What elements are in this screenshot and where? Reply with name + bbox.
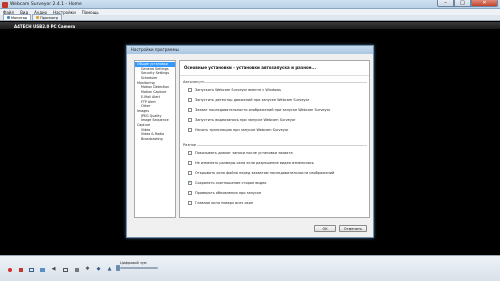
lock-button[interactable] (73, 266, 80, 273)
checkbox-label: Запустить видеозапись при запуске Webcam… (195, 118, 296, 122)
cancel-button[interactable]: Отменить (339, 225, 367, 232)
checkbox-autostart-windows[interactable]: Запускать Webcam Surveyor вместе с Windo… (188, 88, 281, 92)
folder-icon (36, 16, 40, 19)
camera-name: A4TECH USB2.0 PC Camera (14, 23, 76, 29)
tree-item[interactable]: Broadcasting (135, 137, 175, 142)
broadcast-button[interactable]: ▲ (106, 266, 113, 273)
app-icon (2, 1, 8, 8)
checkbox-box[interactable] (188, 191, 192, 195)
tab-monitor-label: Монитор (11, 15, 28, 20)
checkbox-label: Захват последовательности изображений пр… (195, 108, 331, 112)
checkbox-always-on-top[interactable]: Главное окно поверх всех окон (188, 201, 253, 205)
record-icon (7, 267, 12, 272)
stop-icon (18, 267, 23, 272)
tab-browse-label: Просмотр (40, 15, 59, 20)
checkbox-show-record-dialog[interactable]: Показывать диалог записи после установки… (188, 151, 293, 155)
section-autostart: Автозапуск (183, 80, 367, 84)
record-button[interactable] (6, 266, 13, 273)
zoom-slider[interactable] (120, 267, 158, 269)
checkbox-label: Начать трансляцию при запуске Webcam Sur… (195, 128, 289, 132)
checkbox-start-motion-detector[interactable]: Запустить детектор движений при запуске … (188, 98, 309, 102)
checkbox-label: Запускать Webcam Surveyor вместе с Windo… (195, 88, 281, 92)
checkbox-box[interactable] (188, 128, 192, 132)
checkbox-box[interactable] (188, 201, 192, 205)
mute-button[interactable]: ◀ (50, 266, 57, 273)
checkbox-box[interactable] (188, 161, 192, 165)
settings-panel: Основные установки - установки автозапус… (179, 60, 370, 218)
tab-monitor[interactable]: Монитор (3, 14, 32, 20)
panel-heading: Основные установки - установки автозапус… (180, 61, 369, 76)
tab-bar: Монитор Просмотр (0, 14, 500, 21)
checkbox-keep-aspect-ratio[interactable]: ✓ Сохранять соотношение сторон видео (188, 181, 266, 185)
fullscreen-icon (63, 267, 68, 272)
image-button[interactable] (39, 266, 46, 273)
mute-icon: ◀ (51, 266, 56, 272)
minimize-button[interactable]: – (437, 0, 454, 7)
window-titlebar: Webcam Surveyor 2.4.1 - Home – □ ✕ (0, 0, 500, 9)
stop-button[interactable] (17, 266, 24, 273)
maximize-icon: □ (460, 0, 465, 6)
checkbox-label: Показывать диалог записи после установки… (195, 151, 293, 155)
checkbox-check-updates[interactable]: Проверять обновления при запуске (188, 191, 261, 195)
settings-dialog: Настройки программы Общие установки Gene… (126, 45, 374, 238)
menu-help[interactable]: Помощь (82, 10, 99, 15)
checkbox-box[interactable] (188, 88, 192, 92)
settings-button[interactable]: ✱ (84, 266, 91, 273)
broadcast-icon: ▲ (107, 266, 112, 272)
timer-icon: ◆ (96, 266, 101, 272)
settings-icon: ✱ (85, 266, 90, 272)
section-divider (197, 82, 367, 83)
fullscreen-button[interactable] (62, 266, 69, 273)
checkbox-label: Проверять обновления при запуске (195, 191, 262, 195)
timer-button[interactable]: ◆ (95, 266, 102, 273)
section-divider (197, 145, 367, 146)
window-title: Webcam Surveyor 2.4.1 - Home (10, 1, 82, 7)
control-bar: ◀ ✱ ◆ ▲ Цифровой зум (0, 255, 500, 281)
checkbox-box[interactable]: ✓ (188, 181, 192, 185)
checkbox-start-video-recording[interactable]: Запустить видеозапись при запуске Webcam… (188, 118, 295, 122)
monitor-icon (7, 16, 10, 19)
checkbox-label: Запустить детектор движений при запуске … (195, 98, 310, 102)
checkbox-box[interactable] (188, 151, 192, 155)
lock-icon (74, 267, 79, 272)
dialog-body: Общие установки General Settings Securit… (129, 56, 372, 222)
checkbox-box[interactable] (188, 108, 192, 112)
settings-tree: Общие установки General Settings Securit… (134, 60, 176, 218)
close-icon: ✕ (482, 0, 487, 6)
checkbox-box[interactable] (188, 118, 192, 122)
camera-header: A4TECH USB2.0 PC Camera (0, 22, 500, 29)
checkbox-label: Главное окно поверх всех окон (195, 201, 254, 205)
checkbox-label: Не изменять размеры окна если разрешение… (195, 161, 314, 165)
section-title: Разное (183, 143, 197, 147)
maximize-button[interactable]: □ (454, 0, 471, 7)
dialog-title: Настройки программы (127, 46, 373, 54)
checkbox-start-broadcast[interactable]: Начать трансляцию при запуске Webcam Sur… (188, 128, 288, 132)
minimize-icon: – (444, 0, 447, 6)
checkbox-keep-window-size[interactable]: Не изменять размеры окна если разрешение… (188, 161, 314, 165)
image-icon (40, 267, 45, 272)
ok-button[interactable]: OK (314, 225, 336, 232)
tab-browse[interactable]: Просмотр (32, 14, 63, 20)
checkbox-label: Открывать окно файла перед захватом посл… (195, 171, 335, 175)
digital-zoom-label: Цифровой зум (120, 261, 147, 265)
checkbox-label: Сохранять соотношение сторон видео (195, 181, 267, 185)
section-misc: Разное (183, 143, 367, 147)
checkbox-start-image-capture[interactable]: Захват последовательности изображений пр… (188, 108, 330, 112)
checkbox-box[interactable] (188, 98, 192, 102)
check-icon: ✓ (188, 180, 192, 185)
checkbox-open-file-window[interactable]: Открывать окно файла перед захватом посл… (188, 171, 334, 175)
close-button[interactable]: ✕ (471, 0, 498, 7)
checkbox-box[interactable] (188, 171, 192, 175)
snapshot-button[interactable] (28, 266, 35, 273)
snapshot-icon (29, 267, 34, 272)
zoom-slider-thumb[interactable] (116, 265, 120, 271)
